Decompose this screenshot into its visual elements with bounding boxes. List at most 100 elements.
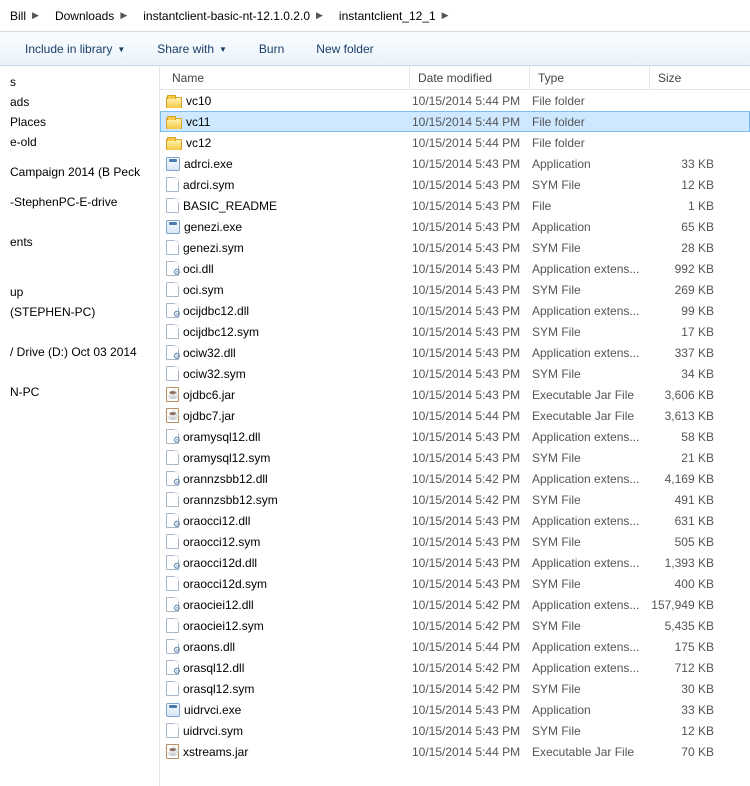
- chevron-right-icon: ▶: [442, 10, 449, 21]
- file-row[interactable]: oraocci12d.dll10/15/2014 5:43 PMApplicat…: [160, 552, 750, 573]
- file-date: 10/15/2014 5:43 PM: [410, 577, 530, 591]
- file-name: oraocci12.sym: [183, 535, 260, 549]
- file-row[interactable]: orannzsbb12.dll10/15/2014 5:42 PMApplica…: [160, 468, 750, 489]
- file-size: 65 KB: [650, 220, 750, 234]
- burn-button[interactable]: Burn: [248, 36, 295, 62]
- file-row[interactable]: oraocci12.dll10/15/2014 5:43 PMApplicati…: [160, 510, 750, 531]
- file-name: oraocci12.dll: [183, 514, 250, 528]
- file-row[interactable]: vc1010/15/2014 5:44 PMFile folder: [160, 90, 750, 111]
- file-date: 10/15/2014 5:43 PM: [410, 283, 530, 297]
- file-size: 30 KB: [650, 682, 750, 696]
- nav-item[interactable]: ads: [0, 92, 159, 112]
- file-row[interactable]: BASIC_README10/15/2014 5:43 PMFile1 KB: [160, 195, 750, 216]
- column-date[interactable]: Date modified: [410, 66, 530, 89]
- breadcrumb-item[interactable]: Downloads▶: [51, 4, 139, 28]
- file-name: oramysql12.dll: [183, 430, 260, 444]
- file-list-pane: Name Date modified Type Size vc1010/15/2…: [160, 66, 750, 786]
- new-folder-button[interactable]: New folder: [305, 36, 384, 62]
- nav-spacer: [0, 332, 159, 342]
- file-size: 491 KB: [650, 493, 750, 507]
- file-name: ociw32.dll: [183, 346, 236, 360]
- file-date: 10/15/2014 5:43 PM: [410, 388, 530, 402]
- nav-item[interactable]: e-old: [0, 132, 159, 152]
- file-date: 10/15/2014 5:42 PM: [410, 598, 530, 612]
- file-icon: [166, 681, 179, 696]
- column-size[interactable]: Size: [650, 66, 750, 89]
- file-name: oraociei12.sym: [183, 619, 264, 633]
- file-row[interactable]: genezi.exe10/15/2014 5:43 PMApplication6…: [160, 216, 750, 237]
- nav-spacer: [0, 262, 159, 272]
- file-row[interactable]: orasql12.sym10/15/2014 5:42 PMSYM File30…: [160, 678, 750, 699]
- file-rows[interactable]: vc1010/15/2014 5:44 PMFile foldervc1110/…: [160, 90, 750, 786]
- file-row[interactable]: ocijdbc12.dll10/15/2014 5:43 PMApplicati…: [160, 300, 750, 321]
- file-row[interactable]: oraocci12.sym10/15/2014 5:43 PMSYM File5…: [160, 531, 750, 552]
- nav-item[interactable]: Campaign 2014 (B Peck: [0, 162, 159, 182]
- file-date: 10/15/2014 5:44 PM: [410, 745, 530, 759]
- file-row[interactable]: genezi.sym10/15/2014 5:43 PMSYM File28 K…: [160, 237, 750, 258]
- file-row[interactable]: ojdbc6.jar10/15/2014 5:43 PMExecutable J…: [160, 384, 750, 405]
- column-header-row: Name Date modified Type Size: [160, 66, 750, 90]
- share-with-button[interactable]: Share with ▼: [146, 36, 238, 62]
- file-row[interactable]: ojdbc7.jar10/15/2014 5:44 PMExecutable J…: [160, 405, 750, 426]
- file-row[interactable]: oraocci12d.sym10/15/2014 5:43 PMSYM File…: [160, 573, 750, 594]
- breadcrumb-item[interactable]: instantclient-basic-nt-12.1.0.2.0▶: [139, 4, 335, 28]
- nav-item[interactable]: N-PC: [0, 382, 159, 402]
- file-row[interactable]: ocijdbc12.sym10/15/2014 5:43 PMSYM File1…: [160, 321, 750, 342]
- nav-item[interactable]: / Drive (D:) Oct 03 2014: [0, 342, 159, 362]
- file-size: 1 KB: [650, 199, 750, 213]
- file-row[interactable]: uidrvci.exe10/15/2014 5:43 PMApplication…: [160, 699, 750, 720]
- breadcrumb-item[interactable]: Bill▶: [6, 4, 51, 28]
- breadcrumb-item[interactable]: instantclient_12_1▶: [335, 4, 461, 28]
- file-row[interactable]: oci.dll10/15/2014 5:43 PMApplication ext…: [160, 258, 750, 279]
- file-row[interactable]: xstreams.jar10/15/2014 5:44 PMExecutable…: [160, 741, 750, 762]
- file-date: 10/15/2014 5:43 PM: [410, 262, 530, 276]
- gear-icon: [166, 345, 179, 360]
- file-size: 70 KB: [650, 745, 750, 759]
- file-type: SYM File: [530, 682, 650, 696]
- file-row[interactable]: orasql12.dll10/15/2014 5:42 PMApplicatio…: [160, 657, 750, 678]
- file-name: orannzsbb12.sym: [183, 493, 278, 507]
- nav-item[interactable]: ents: [0, 232, 159, 252]
- nav-item[interactable]: up: [0, 282, 159, 302]
- file-size: 4,169 KB: [650, 472, 750, 486]
- file-row[interactable]: ociw32.sym10/15/2014 5:43 PMSYM File34 K…: [160, 363, 750, 384]
- file-row[interactable]: oci.sym10/15/2014 5:43 PMSYM File269 KB: [160, 279, 750, 300]
- nav-item[interactable]: (STEPHEN-PC): [0, 302, 159, 322]
- file-row[interactable]: vc1210/15/2014 5:44 PMFile folder: [160, 132, 750, 153]
- nav-spacer: [0, 222, 159, 232]
- file-row[interactable]: adrci.sym10/15/2014 5:43 PMSYM File12 KB: [160, 174, 750, 195]
- file-row[interactable]: oraociei12.dll10/15/2014 5:42 PMApplicat…: [160, 594, 750, 615]
- column-name[interactable]: Name: [160, 66, 410, 89]
- file-row[interactable]: adrci.exe10/15/2014 5:43 PMApplication33…: [160, 153, 750, 174]
- app-icon: [166, 157, 180, 171]
- file-row[interactable]: ociw32.dll10/15/2014 5:43 PMApplication …: [160, 342, 750, 363]
- nav-item[interactable]: s: [0, 72, 159, 92]
- file-row[interactable]: oramysql12.sym10/15/2014 5:43 PMSYM File…: [160, 447, 750, 468]
- file-type: Executable Jar File: [530, 388, 650, 402]
- file-name: genezi.exe: [184, 220, 242, 234]
- address-bar[interactable]: Bill▶Downloads▶instantclient-basic-nt-12…: [0, 0, 750, 32]
- file-date: 10/15/2014 5:43 PM: [410, 325, 530, 339]
- nav-spacer: [0, 322, 159, 332]
- app-icon: [166, 703, 180, 717]
- share-label: Share with: [157, 42, 214, 56]
- file-date: 10/15/2014 5:42 PM: [410, 682, 530, 696]
- file-row[interactable]: orannzsbb12.sym10/15/2014 5:42 PMSYM Fil…: [160, 489, 750, 510]
- navigation-pane[interactable]: sadsPlacese-old Campaign 2014 (B Peck -Ste…: [0, 66, 160, 786]
- nav-item[interactable]: Places: [0, 112, 159, 132]
- file-row[interactable]: uidrvci.sym10/15/2014 5:43 PMSYM File12 …: [160, 720, 750, 741]
- folder-icon: [166, 139, 182, 150]
- file-row[interactable]: oramysql12.dll10/15/2014 5:43 PMApplicat…: [160, 426, 750, 447]
- file-name: orannzsbb12.dll: [183, 472, 268, 486]
- file-row[interactable]: oraociei12.sym10/15/2014 5:42 PMSYM File…: [160, 615, 750, 636]
- file-type: Application extens...: [530, 346, 650, 360]
- nav-item[interactable]: -StephenPC-E-drive: [0, 192, 159, 212]
- file-row[interactable]: vc1110/15/2014 5:44 PMFile folder: [160, 111, 750, 132]
- column-type[interactable]: Type: [530, 66, 650, 89]
- file-icon: [166, 576, 179, 591]
- include-in-library-button[interactable]: Include in library ▼: [14, 36, 136, 62]
- gear-icon: [166, 471, 179, 486]
- file-row[interactable]: oraons.dll10/15/2014 5:44 PMApplication …: [160, 636, 750, 657]
- gear-icon: [166, 555, 179, 570]
- file-size: 34 KB: [650, 367, 750, 381]
